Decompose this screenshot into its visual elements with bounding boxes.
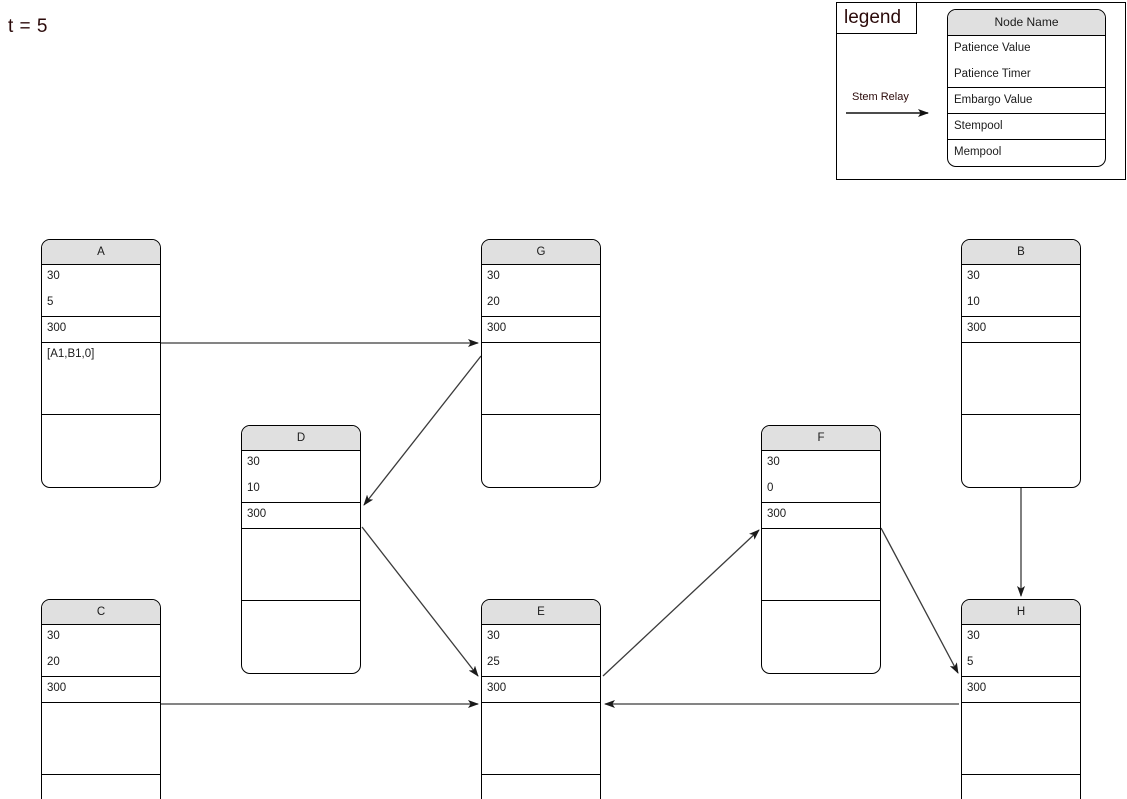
mempool: [482, 775, 600, 799]
legend-row-mempool: Mempool: [954, 146, 1002, 158]
node-d[interactable]: D 30 10 300: [241, 425, 361, 674]
node-header: C: [42, 600, 160, 625]
embargo-value: 300: [762, 503, 880, 529]
node-header: A: [42, 240, 160, 265]
mempool: [762, 601, 880, 673]
mempool: [42, 415, 160, 487]
stempool: [242, 529, 360, 601]
patience-value: 30: [767, 456, 780, 468]
edge-d-to-e: [361, 526, 479, 677]
legend-node-header: Node Name: [948, 10, 1105, 36]
embargo-value: 300: [962, 677, 1080, 703]
patience-value: 30: [967, 630, 980, 642]
patience-timer: 20: [482, 291, 600, 317]
patience-value: 30: [47, 270, 60, 282]
embargo-value: 300: [42, 677, 160, 703]
node-header: E: [482, 600, 600, 625]
node-header: G: [482, 240, 600, 265]
embargo-value: 300: [962, 317, 1080, 343]
stempool: [962, 343, 1080, 415]
node-header: H: [962, 600, 1080, 625]
patience-value: 30: [487, 270, 500, 282]
node-header: D: [242, 426, 360, 451]
mempool: [962, 415, 1080, 487]
patience-value: 30: [47, 630, 60, 642]
time-step-label: t = 5: [8, 16, 48, 37]
node-header: F: [762, 426, 880, 451]
patience-timer: 0: [762, 477, 880, 503]
stempool: [A1,B1,0]: [42, 343, 160, 415]
edge-g-to-d: [363, 355, 482, 506]
stempool: [762, 529, 880, 601]
legend-row-embargo-value: Embargo Value: [948, 88, 1105, 114]
stempool: [482, 703, 600, 775]
embargo-value: 300: [242, 503, 360, 529]
patience-timer: 10: [962, 291, 1080, 317]
legend-row-patience-value: Patience Value: [954, 42, 1031, 54]
patience-timer: 10: [242, 477, 360, 503]
stempool: [42, 703, 160, 775]
embargo-value: 300: [42, 317, 160, 343]
patience-timer: 5: [42, 291, 160, 317]
legend-row-patience-timer: Patience Timer: [948, 62, 1105, 88]
mempool: [42, 775, 160, 799]
node-f[interactable]: F 30 0 300: [761, 425, 881, 674]
patience-timer: 25: [482, 651, 600, 677]
edge-e-to-f: [602, 529, 760, 677]
mempool: [242, 601, 360, 673]
node-b[interactable]: B 30 10 300: [961, 239, 1081, 488]
node-header: B: [962, 240, 1080, 265]
mempool: [962, 775, 1080, 799]
node-a[interactable]: A 30 5 300 [A1,B1,0]: [41, 239, 161, 488]
embargo-value: 300: [482, 677, 600, 703]
embargo-value: 300: [482, 317, 600, 343]
node-e[interactable]: E 30 25 300: [481, 599, 601, 799]
patience-timer: 20: [42, 651, 160, 677]
patience-value: 30: [487, 630, 500, 642]
patience-timer: 5: [962, 651, 1080, 677]
node-g[interactable]: G 30 20 300: [481, 239, 601, 488]
legend-title: legend: [836, 2, 917, 34]
node-c[interactable]: C 30 20 300: [41, 599, 161, 799]
node-h[interactable]: H 30 5 300: [961, 599, 1081, 799]
edge-f-to-h: [880, 527, 959, 674]
patience-value: 30: [247, 456, 260, 468]
diagram-canvas: t = 5 A 30 5 300 [A1,B1,0] G 30 20 300 B 30 10 300 D 3…: [0, 0, 1127, 799]
mempool: [482, 415, 600, 487]
stempool: [962, 703, 1080, 775]
stem-relay-label: Stem Relay: [852, 91, 909, 103]
stempool: [482, 343, 600, 415]
legend-row-stempool: Stempool: [948, 114, 1105, 140]
legend-template-node: Node Name Patience Value Patience Timer …: [947, 9, 1106, 167]
patience-value: 30: [967, 270, 980, 282]
